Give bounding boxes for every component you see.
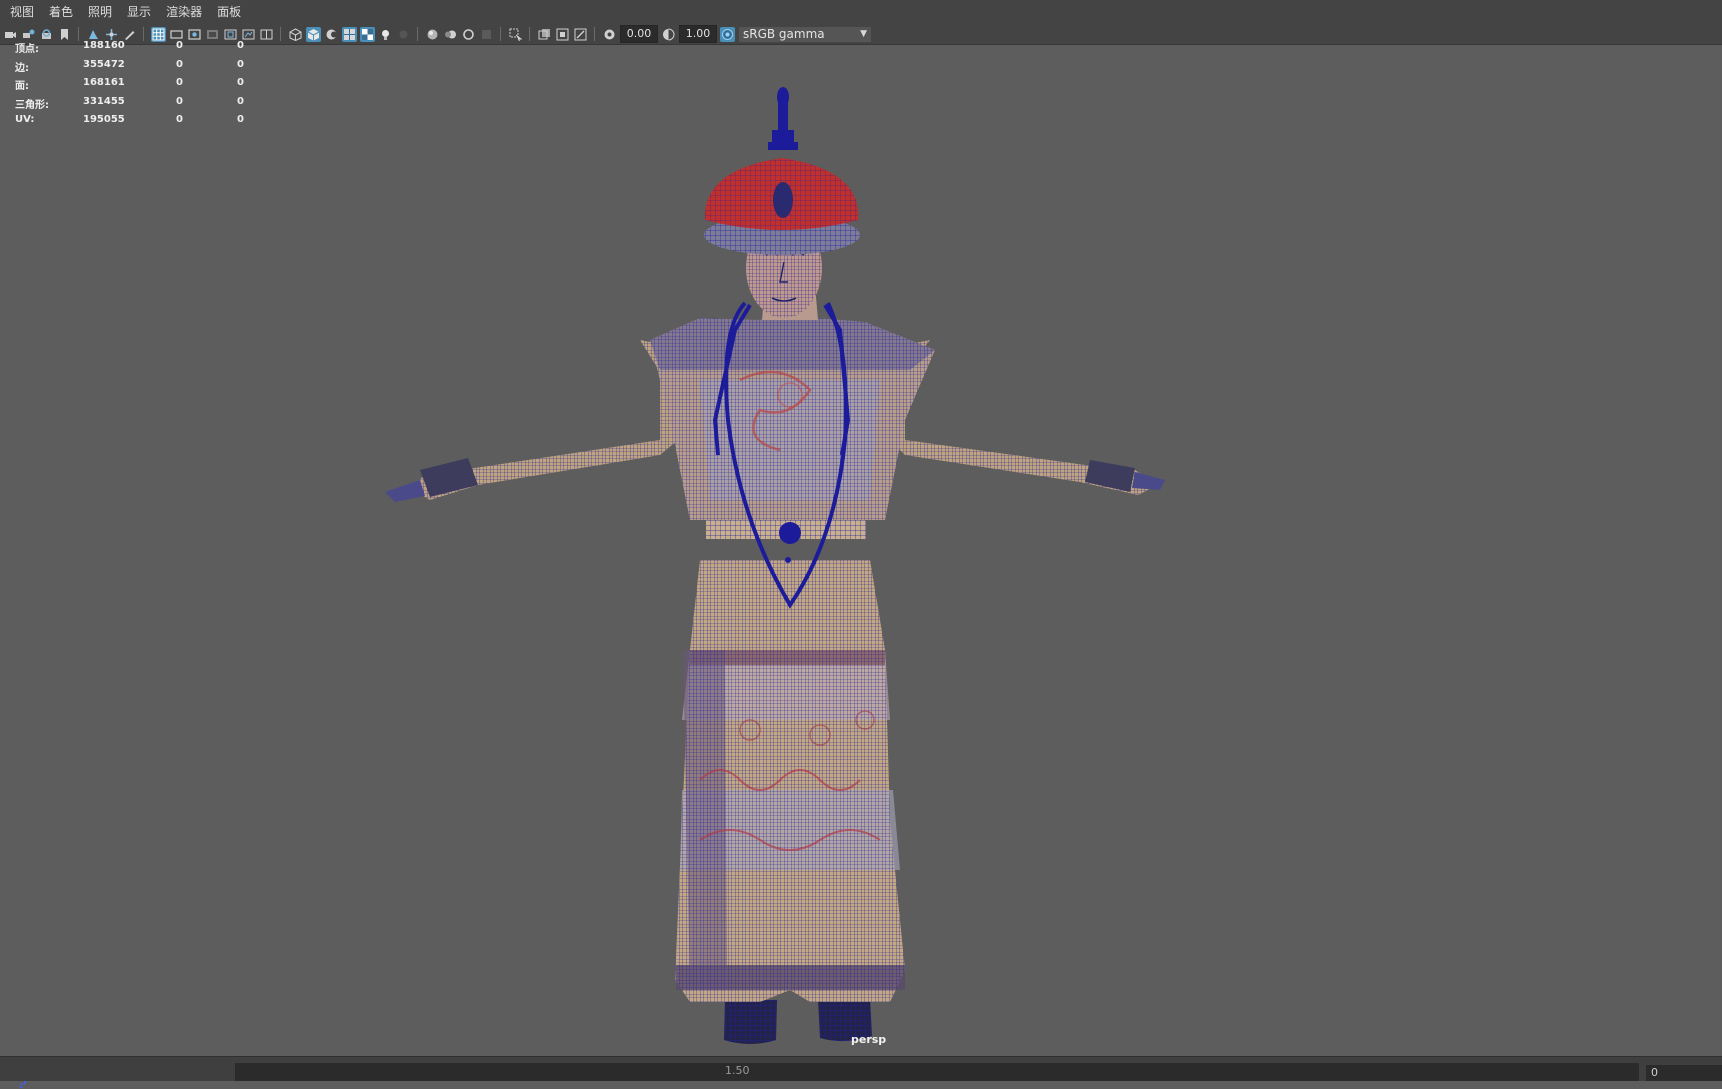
time-slider-value: 1.50 — [725, 1064, 750, 1077]
shoes — [724, 998, 872, 1044]
hud-label: 顶点: — [15, 44, 39, 55]
color-management-icon[interactable] — [720, 26, 735, 42]
hat — [704, 87, 860, 255]
exposure-field[interactable] — [620, 25, 658, 43]
default-material-icon[interactable] — [324, 27, 339, 42]
viewport-menu-bar: 视图 着色 照明 显示 渲染器 面板 — [0, 0, 1722, 24]
hud-value: 195055 — [83, 114, 125, 126]
robe-torso — [650, 318, 935, 520]
axis-z-label: z — [19, 1081, 23, 1089]
hud-value: 331455 — [83, 95, 125, 107]
viewport-toolbar: sRGB gamma ▼ — [0, 24, 1722, 45]
use-lights-icon[interactable] — [378, 27, 393, 42]
hud-value: 0 — [237, 58, 244, 70]
hud-value: 0 — [237, 77, 244, 89]
menu-show[interactable]: 显示 — [121, 0, 157, 24]
poly-count-hud: 顶点: 188160 0 0 边: 355472 0 0 面: 168161 0… — [15, 40, 255, 133]
toolbar-separator — [417, 27, 418, 41]
hud-value: 0 — [176, 95, 183, 107]
xray-joints-icon[interactable] — [573, 27, 588, 42]
smooth-shade-icon[interactable] — [306, 26, 321, 42]
menu-lighting[interactable]: 照明 — [82, 0, 118, 24]
hud-value: 0 — [176, 77, 183, 89]
robe-skirt — [675, 560, 905, 1002]
hud-row-vertices: 顶点: 188160 0 0 — [15, 40, 255, 59]
view-transform-value: sRGB gamma — [743, 26, 825, 41]
anti-aliasing-icon[interactable] — [461, 27, 476, 42]
hud-row-edges: 边: 355472 0 0 — [15, 59, 255, 78]
menu-view[interactable]: 视图 — [4, 0, 40, 24]
toolbar-separator — [78, 27, 79, 41]
isolate-select-icon[interactable] — [508, 27, 523, 42]
xray-icon[interactable] — [537, 27, 552, 42]
wireframe-on-shaded-icon[interactable] — [342, 26, 357, 42]
textured-icon[interactable] — [360, 26, 375, 42]
exposure-icon[interactable] — [602, 27, 617, 42]
hud-value: 0 — [237, 114, 244, 126]
gamma-icon[interactable] — [661, 27, 676, 42]
toolbar-separator — [500, 27, 501, 41]
hud-row-triangles: 三角形: 331455 0 0 — [15, 96, 255, 115]
menu-panels[interactable]: 面板 — [211, 0, 247, 24]
hud-row-faces: 面: 168161 0 0 — [15, 77, 255, 96]
hud-label: 三角形: — [15, 99, 49, 111]
menu-renderer[interactable]: 渲染器 — [160, 0, 208, 24]
hud-value: 0 — [176, 114, 183, 126]
time-slider-bar: 1.50 0 — [0, 1056, 1722, 1081]
toolbar-separator — [529, 27, 530, 41]
hud-label: 面: — [15, 81, 29, 93]
chevron-down-icon: ▼ — [860, 28, 867, 39]
hud-row-uvs: UV: 195055 0 0 — [15, 114, 255, 133]
wireframe-icon[interactable] — [288, 27, 303, 42]
hud-label: UV: — [15, 114, 35, 126]
xray-active-components-icon[interactable] — [555, 27, 570, 42]
current-frame-field[interactable]: 0 — [1646, 1065, 1722, 1081]
motion-blur-icon[interactable] — [443, 27, 458, 42]
menu-shading[interactable]: 着色 — [43, 0, 79, 24]
toolbar-separator — [280, 27, 281, 41]
view-transform-dropdown[interactable]: sRGB gamma ▼ — [739, 26, 871, 42]
depth-of-field-icon[interactable] — [479, 27, 494, 42]
toolbar-separator — [143, 27, 144, 41]
hud-value: 0 — [176, 58, 183, 70]
screen-space-ao-icon[interactable] — [425, 27, 440, 42]
time-slider-track[interactable] — [235, 1063, 1639, 1081]
hud-value: 0 — [176, 40, 183, 51]
hud-value: 355472 — [83, 58, 125, 70]
gamma-field[interactable] — [679, 25, 717, 43]
shadows-icon[interactable] — [396, 27, 411, 42]
toolbar-separator — [594, 27, 595, 41]
hud-value: 168161 — [83, 77, 125, 89]
3d-viewport[interactable]: y x z — [0, 45, 1722, 1089]
safe-title-icon[interactable] — [259, 27, 274, 42]
hud-value: 0 — [237, 40, 244, 51]
character-model — [385, 87, 1165, 1044]
hud-value: 0 — [237, 95, 244, 107]
hud-label: 边: — [15, 62, 29, 74]
hud-value: 188160 — [83, 40, 125, 51]
camera-name-label: persp — [851, 1033, 887, 1046]
